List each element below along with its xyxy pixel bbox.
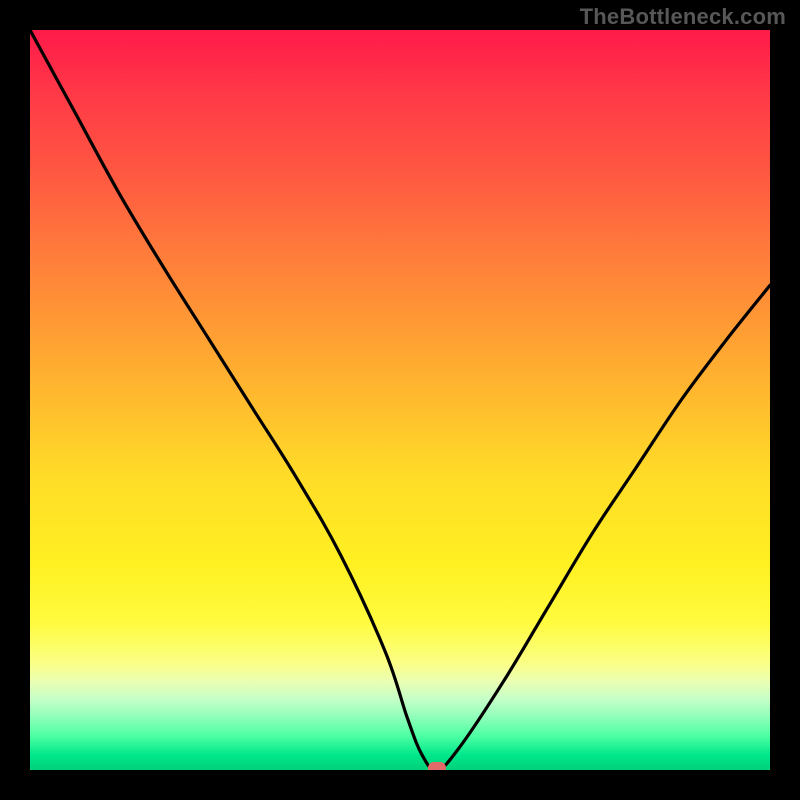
chart-frame: TheBottleneck.com — [0, 0, 800, 800]
plot-area — [30, 30, 770, 770]
curve-svg — [30, 30, 770, 770]
bottleneck-curve — [30, 30, 770, 770]
optimum-marker — [428, 762, 446, 770]
watermark-text: TheBottleneck.com — [580, 4, 786, 30]
